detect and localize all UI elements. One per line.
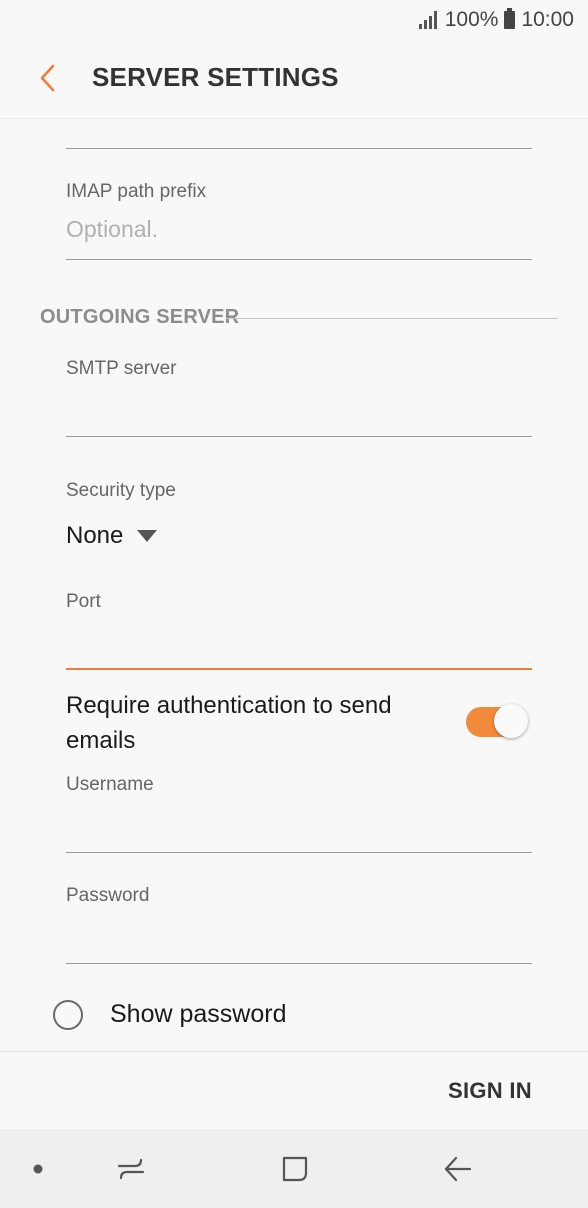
port-underline-focused	[66, 668, 532, 670]
back-arrow-icon	[444, 1156, 472, 1181]
battery-icon	[504, 8, 516, 29]
require-auth-label: Require authentication to send emails	[66, 692, 392, 754]
smtp-server-underline	[66, 436, 532, 437]
page-title: SERVER SETTINGS	[92, 62, 339, 92]
show-password-label[interactable]: Show password	[110, 1000, 286, 1029]
imap-prefix-label: IMAP path prefix	[66, 181, 207, 202]
home-icon	[282, 1156, 308, 1181]
status-bar: 100% 10:00	[0, 0, 588, 40]
dot-icon	[33, 1164, 43, 1173]
username-underline	[66, 852, 532, 853]
show-password-checkbox[interactable]	[53, 1000, 83, 1030]
caret-down-icon	[137, 530, 158, 542]
password-label: Password	[66, 885, 150, 906]
password-input[interactable]	[66, 915, 532, 963]
username-label: Username	[66, 774, 154, 795]
chevron-left-icon	[40, 64, 55, 92]
section-header-outgoing: OUTGOING SERVER	[40, 306, 240, 328]
clock: 10:00	[521, 8, 574, 31]
port-input[interactable]	[66, 620, 532, 668]
previous-field-underline	[66, 148, 532, 149]
toggle-knob	[494, 704, 528, 738]
battery-percent: 100%	[444, 8, 499, 31]
nav-dot-button[interactable]	[18, 1129, 58, 1208]
password-underline	[66, 963, 532, 964]
imap-prefix-input[interactable]: Optional.	[66, 212, 532, 260]
security-type-dropdown[interactable]: None	[66, 518, 158, 554]
smtp-server-input[interactable]	[66, 388, 532, 436]
username-input[interactable]	[66, 804, 532, 852]
imap-prefix-underline	[66, 259, 532, 260]
sign-in-button[interactable]: SIGN IN	[448, 1078, 532, 1104]
section-divider	[226, 318, 558, 319]
security-type-label: Security type	[66, 480, 176, 501]
security-type-value: None	[66, 522, 124, 549]
navigation-bar	[0, 1129, 588, 1208]
port-label: Port	[66, 591, 101, 612]
smtp-server-label: SMTP server	[66, 358, 177, 379]
imap-prefix-placeholder: Optional.	[66, 216, 159, 242]
recents-icon	[117, 1158, 145, 1179]
require-auth-toggle[interactable]	[466, 704, 528, 738]
signal-icon	[418, 11, 439, 29]
system-back-button[interactable]	[433, 1129, 483, 1208]
recents-button[interactable]	[106, 1129, 156, 1208]
back-button[interactable]	[28, 58, 68, 98]
status-icons: 100% 10:00	[418, 6, 574, 34]
home-button[interactable]	[270, 1129, 320, 1208]
